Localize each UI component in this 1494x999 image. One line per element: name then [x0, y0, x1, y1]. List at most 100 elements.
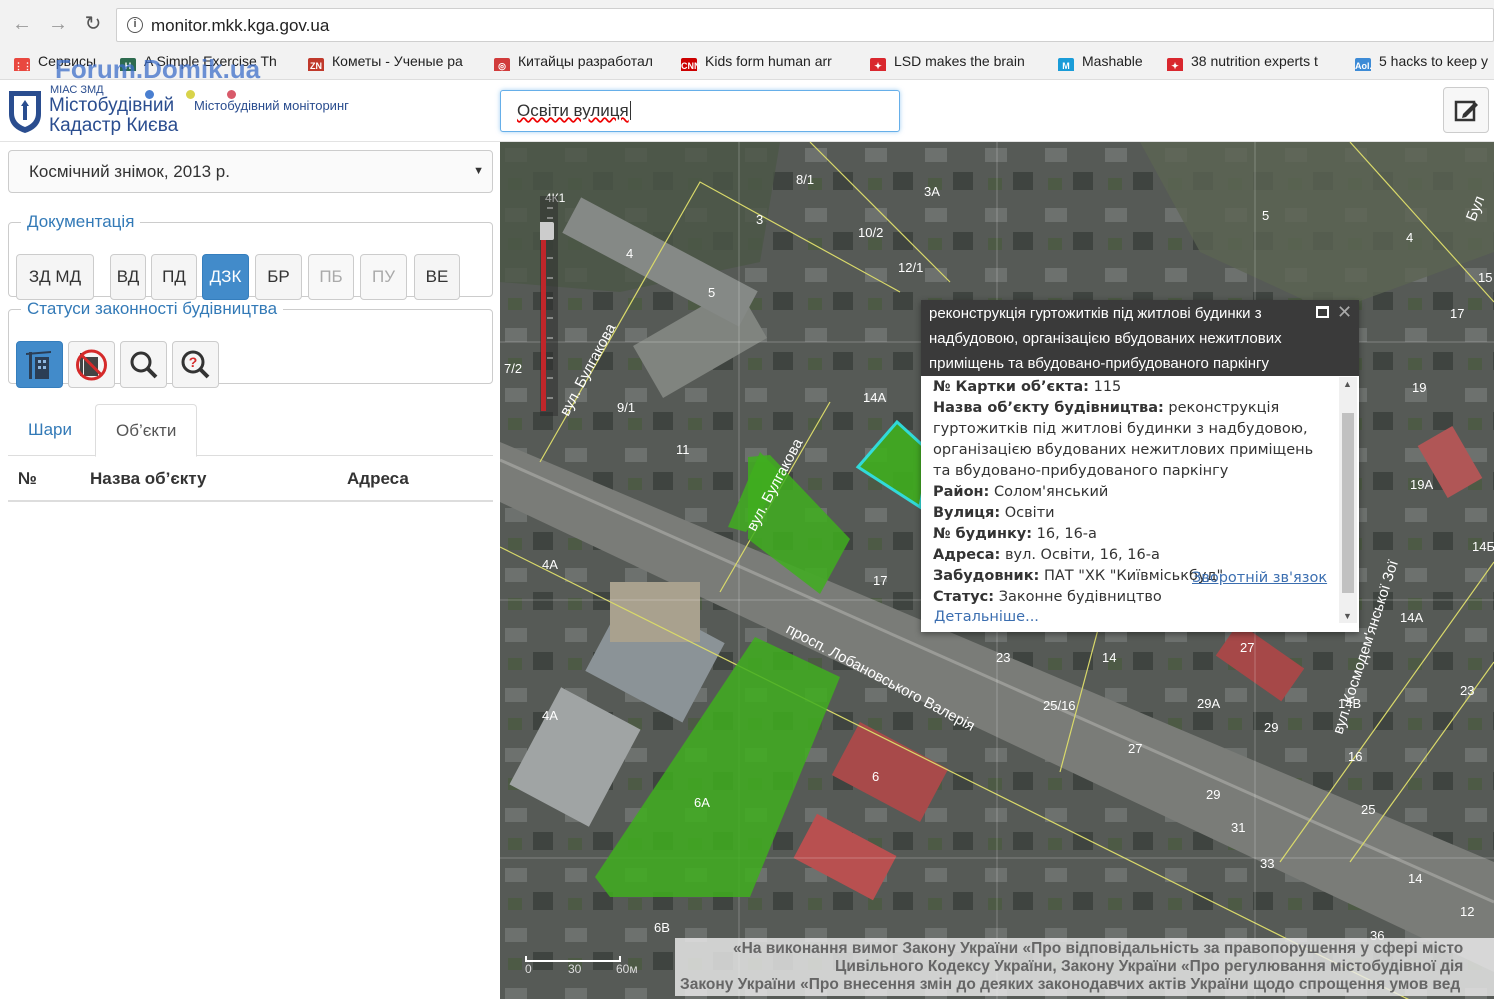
- scroll-up-arrow-icon[interactable]: ▲: [1343, 379, 1352, 389]
- legal-line-2: Цивільного Кодексу України, Закону Украї…: [835, 958, 1464, 975]
- base-layer-value: Космічний знімок, 2013 р.: [29, 162, 230, 181]
- house-number-label: 27: [1240, 640, 1254, 655]
- popup-field: № будинку: 16, 16-а: [933, 524, 1329, 545]
- doc-button-4[interactable]: БР: [255, 254, 302, 300]
- house-number-label: 7/2: [504, 361, 522, 376]
- left-tabs: Шари Об’єкти: [8, 404, 493, 457]
- popup-body: № Картки об’єкта: 115 Назва об’єкту будів…: [921, 376, 1341, 632]
- bookmark-item[interactable]: Aol. 5 hacks to keep y: [1355, 51, 1494, 71]
- text-cursor: [629, 101, 631, 120]
- house-number-label: 6: [872, 769, 879, 784]
- info-icon[interactable]: i: [127, 17, 143, 33]
- status-legend: Статуси законності будівництва: [27, 299, 278, 318]
- status-unknown-button[interactable]: ?: [172, 341, 219, 388]
- reload-icon[interactable]: ↻: [81, 12, 105, 36]
- tab-objects[interactable]: Об’єкти: [95, 404, 198, 457]
- address-url: monitor.mkk.kga.gov.ua: [151, 16, 330, 35]
- house-number-label: 17: [873, 573, 887, 588]
- house-number-label: 27: [1128, 741, 1142, 756]
- doc-button-1[interactable]: ВД: [110, 254, 146, 300]
- scroll-down-arrow-icon[interactable]: ▼: [1343, 611, 1352, 621]
- popup-field-label: № будинку:: [933, 526, 1033, 542]
- app-header: МІАС ЗМД Містобудівний Кадастр Києва Міс…: [0, 80, 1494, 142]
- ring-icon: ◎: [494, 58, 510, 71]
- doc-button-5[interactable]: ПБ: [308, 254, 354, 300]
- popup-field-label: Назва об’єкту будівництва:: [933, 400, 1164, 416]
- m-icon: M: [1058, 58, 1074, 71]
- forward-arrow-icon[interactable]: →: [46, 12, 70, 36]
- bookmark-item[interactable]: M Mashable: [1058, 51, 1153, 71]
- doc-button-6[interactable]: ПУ: [360, 254, 407, 300]
- maximize-icon[interactable]: [1316, 306, 1329, 318]
- col-object-name[interactable]: Назва об’єкту: [90, 469, 207, 489]
- scroll-thumb[interactable]: [1342, 413, 1354, 593]
- status-group: Статуси законності будівництва ?: [8, 299, 493, 388]
- bookmark-label: Китайцы разработал: [518, 53, 653, 69]
- bookmark-label: Kids form human arr: [705, 53, 832, 69]
- house-number-label: 19А: [1410, 477, 1433, 492]
- feedback-link[interactable]: Зворотній зв'язок: [1192, 570, 1327, 586]
- house-number-label: 29: [1206, 787, 1220, 802]
- cnn-icon: CNN: [681, 58, 701, 71]
- documentation-group: Документація ЗД МД ВД ПД ДЗК БР ПБ ПУ ВЕ: [8, 212, 493, 300]
- logo-title-line1: Містобудівний: [49, 95, 175, 116]
- doc-button-3[interactable]: ДЗК: [202, 254, 249, 300]
- house-number-label: 31: [1231, 820, 1245, 835]
- base-layer-select[interactable]: Космічний знімок, 2013 р. ▼: [8, 150, 493, 193]
- edit-icon: [1454, 100, 1478, 122]
- house-number-label: 14А: [1400, 610, 1423, 625]
- zoom-slider[interactable]: [540, 196, 558, 416]
- bookmark-item[interactable]: CNN Kids form human arr: [681, 51, 856, 71]
- bookmark-item[interactable]: ✦ LSD makes the brain: [870, 51, 1045, 71]
- magnifier-icon: [130, 351, 158, 379]
- question-magnifier-icon: ?: [181, 350, 210, 379]
- doc-button-2[interactable]: ПД: [151, 254, 197, 300]
- house-number-label: 25: [1361, 802, 1375, 817]
- popup-field-value: вул. Освіти, 16, 16-а: [1004, 547, 1160, 563]
- house-number-label: 12/1: [898, 260, 923, 275]
- doc-button-0[interactable]: ЗД МД: [16, 254, 94, 300]
- house-number-label: 8/1: [796, 172, 814, 187]
- bookmark-label: LSD makes the brain: [894, 53, 1025, 69]
- popup-field-label: Вулиця:: [933, 505, 1001, 521]
- left-panel: Космічний знімок, 2013 р. ▼ Документація…: [0, 142, 500, 999]
- popup-field-label: № Картки об’єкта:: [933, 379, 1089, 395]
- house-number-label: 23: [996, 650, 1010, 665]
- house-number-label: 4А: [542, 708, 558, 723]
- details-link[interactable]: Детальніше...: [934, 609, 1039, 625]
- bookmark-item[interactable]: ✦ 38 nutrition experts t: [1167, 51, 1342, 71]
- house-number-label: 16: [1348, 749, 1362, 764]
- popup-field-label: Район:: [933, 484, 990, 500]
- doc-button-7[interactable]: ВЕ: [414, 254, 460, 300]
- address-search-input[interactable]: Освіти вулиця: [500, 90, 900, 132]
- popup-field-value: 16, 16-а: [1036, 526, 1097, 542]
- bookmark-item[interactable]: ZN Кометы - Ученые ра: [308, 51, 483, 71]
- tab-layers[interactable]: Шари: [8, 404, 92, 456]
- col-number[interactable]: №: [18, 469, 37, 489]
- status-check-button[interactable]: [120, 341, 167, 388]
- bookmark-item[interactable]: ◎ Китайцы разработал: [494, 51, 669, 71]
- caret-down-icon: ▼: [473, 165, 484, 177]
- zoom-handle[interactable]: [540, 222, 554, 240]
- scale-label: 60м: [616, 962, 638, 976]
- back-arrow-icon[interactable]: ←: [10, 12, 34, 36]
- popup-field: Адреса: вул. Освіти, 16, 16-а: [933, 545, 1329, 566]
- house-number-label: 6В: [654, 920, 670, 935]
- address-bar[interactable]: i monitor.mkk.kga.gov.ua: [116, 8, 1494, 42]
- house-number-label: 14Б: [1472, 539, 1494, 554]
- edit-button[interactable]: [1443, 87, 1489, 133]
- popup-field: Статус: Законне будівництво: [933, 587, 1329, 608]
- status-illegal-button[interactable]: [68, 341, 115, 388]
- crane-building-icon: [26, 351, 51, 379]
- close-icon[interactable]: ✕: [1337, 302, 1352, 323]
- col-address[interactable]: Адреса: [347, 469, 409, 489]
- house-number-label: 29А: [1197, 696, 1220, 711]
- popup-scrollbar[interactable]: ▲ ▼: [1339, 377, 1357, 623]
- house-number-label: 6А: [694, 795, 710, 810]
- kyiv-emblem-icon[interactable]: [6, 88, 44, 134]
- apps-icon: ⋮⋮: [14, 58, 32, 71]
- browser-nav-row: ← → ↻ i monitor.mkk.kga.gov.ua: [0, 4, 1494, 44]
- house-number-label: 11: [676, 442, 690, 457]
- status-legal-button[interactable]: [16, 341, 63, 388]
- house-number-label: 14А: [863, 390, 886, 405]
